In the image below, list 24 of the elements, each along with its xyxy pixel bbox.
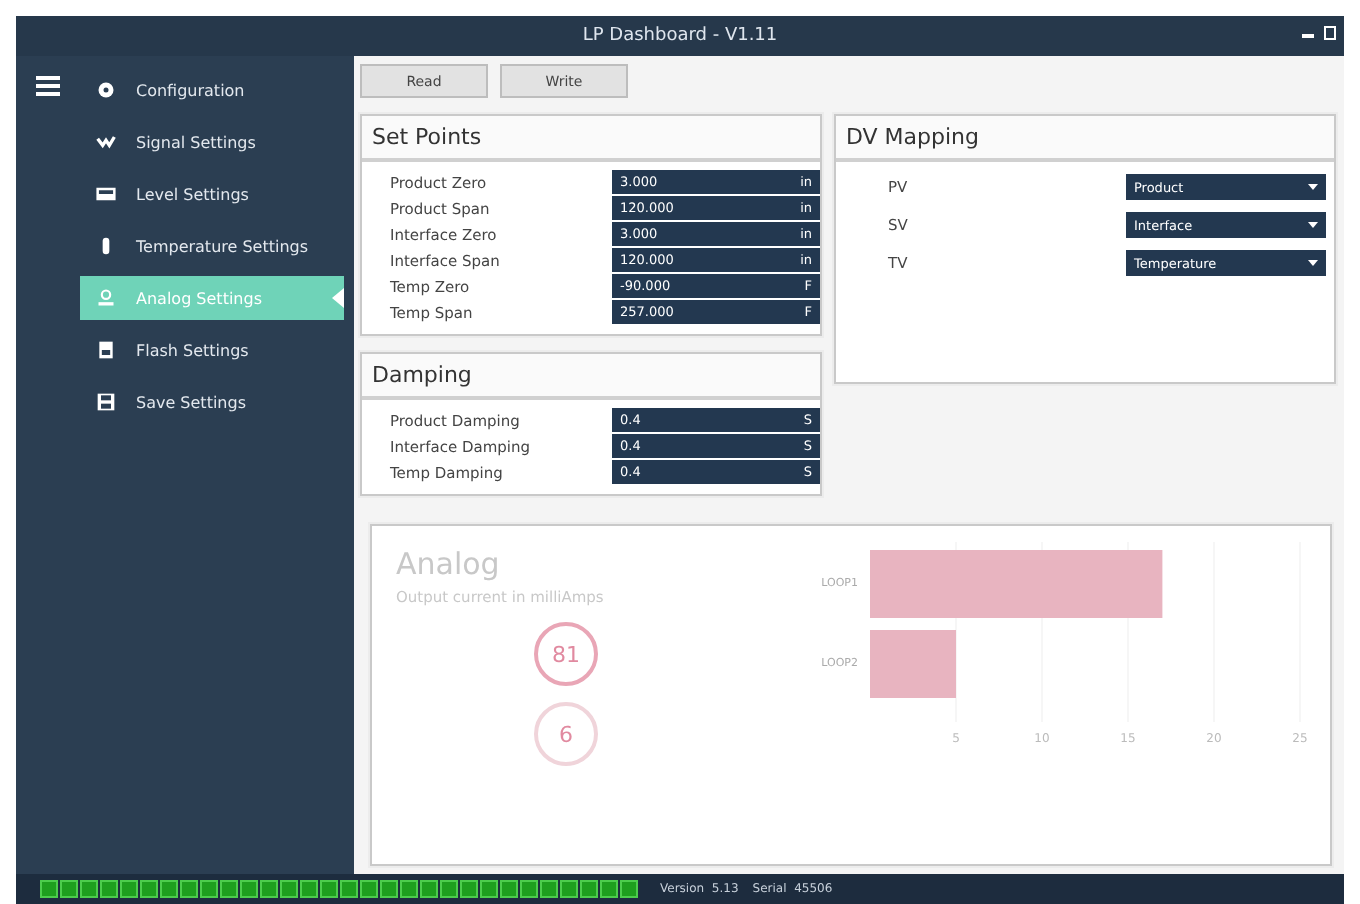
maximize-button[interactable] (1324, 26, 1336, 40)
menu-icon[interactable] (36, 76, 60, 96)
person-icon (96, 288, 116, 308)
chart-bar (870, 630, 956, 698)
window-title: LP Dashboard - V1.11 (582, 26, 778, 46)
gauge: 81 (534, 622, 598, 686)
sidebar-item[interactable]: Configuration (80, 68, 344, 112)
signal-icon (96, 132, 116, 152)
sidebar-item[interactable]: Temperature Settings (80, 224, 344, 268)
caret-icon (1308, 260, 1318, 266)
level-icon (96, 184, 116, 204)
panel-title: DV Mapping (836, 116, 1334, 162)
flash-icon (96, 340, 116, 360)
sidebar-item[interactable]: Save Settings (80, 380, 344, 424)
panel-title: Damping (362, 354, 820, 400)
save-icon (96, 392, 116, 412)
panel-title: Set Points (362, 116, 820, 162)
sidebar-item[interactable]: Signal Settings (80, 120, 344, 164)
gauge: 6 (534, 702, 598, 766)
caret-icon (1308, 222, 1318, 228)
gear-icon (96, 80, 116, 100)
caret-icon (1308, 184, 1318, 190)
sidebar-item[interactable]: Level Settings (80, 172, 344, 216)
sidebar-item[interactable]: Flash Settings (80, 328, 344, 372)
